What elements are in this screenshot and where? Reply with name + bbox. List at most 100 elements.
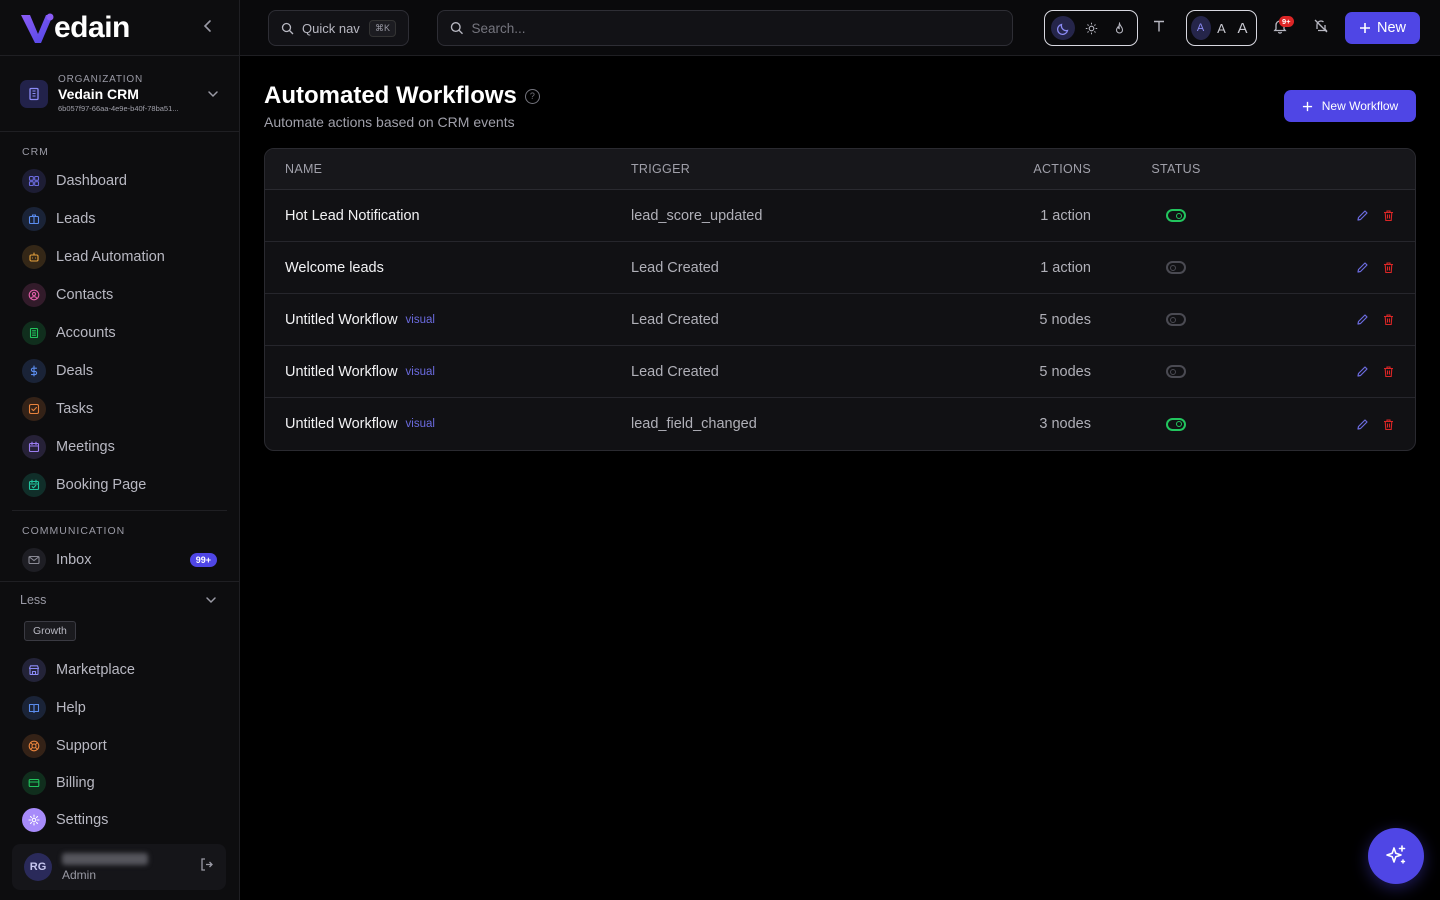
theme-warm-button[interactable]: [1107, 16, 1131, 40]
workflow-operations: [1261, 261, 1415, 274]
workflow-name-cell: Untitled Workflow visual: [265, 416, 631, 432]
brand-logo[interactable]: edain: [20, 11, 130, 45]
sidebar-item-label: Deals: [56, 363, 94, 379]
edit-workflow-button[interactable]: [1356, 365, 1369, 378]
font-size-small-button[interactable]: A: [1190, 16, 1211, 40]
delete-workflow-button[interactable]: [1382, 418, 1395, 431]
collapse-sidebar-button[interactable]: [201, 17, 215, 38]
sidebar-item-help[interactable]: Help: [0, 689, 239, 727]
user-card[interactable]: RG Admin: [12, 844, 226, 890]
quick-nav-label: Quick nav: [302, 20, 360, 36]
font-size-large-button[interactable]: A: [1233, 16, 1253, 40]
sidebar-item-inbox[interactable]: Inbox 99+: [0, 541, 239, 579]
crm-section-label: CRM: [22, 146, 49, 158]
typography-button[interactable]: [1152, 18, 1166, 37]
column-header-trigger: TRIGGER: [631, 162, 691, 176]
calendar-icon: [22, 435, 46, 459]
sidebar-item-contacts[interactable]: Contacts: [0, 276, 239, 314]
checkbox-icon: [22, 397, 46, 421]
workflow-status-cell: [1091, 417, 1261, 431]
store-icon: [22, 658, 46, 682]
bottom-nav: Marketplace Help Support Billing Setting…: [0, 651, 239, 839]
status-toggle[interactable]: [1166, 365, 1186, 378]
table-row[interactable]: Hot Lead Notification lead_score_updated…: [265, 190, 1415, 242]
quick-nav-shortcut: ⌘K: [368, 19, 396, 37]
edit-workflow-button[interactable]: [1356, 209, 1369, 222]
trash-icon: [1384, 314, 1393, 326]
delete-workflow-button[interactable]: [1382, 261, 1395, 274]
quick-nav-button[interactable]: Quick nav ⌘K: [268, 10, 409, 46]
column-header-name: NAME: [285, 162, 323, 176]
less-toggle[interactable]: Less: [0, 581, 239, 617]
table-header: NAME TRIGGER ACTIONS STATUS: [265, 149, 1415, 190]
edit-workflow-button[interactable]: [1356, 261, 1369, 274]
sidebar-item-booking-page[interactable]: Booking Page: [0, 466, 239, 504]
status-toggle[interactable]: [1166, 417, 1186, 431]
status-toggle[interactable]: [1166, 209, 1186, 222]
sidebar-item-label: Marketplace: [56, 662, 135, 678]
sidebar-item-label: Meetings: [56, 439, 115, 455]
sidebar-item-dashboard[interactable]: Dashboard: [0, 162, 239, 200]
trash-icon: [1384, 262, 1393, 274]
chevron-left-icon: [203, 20, 211, 32]
theme-dark-button[interactable]: [1051, 16, 1075, 40]
table-body: Hot Lead Notification lead_score_updated…: [265, 190, 1415, 450]
delete-workflow-button[interactable]: [1382, 209, 1395, 222]
new-workflow-label: New Workflow: [1321, 99, 1399, 113]
sidebar-item-leads[interactable]: Leads: [0, 200, 239, 238]
sidebar-item-marketplace[interactable]: Marketplace: [0, 651, 239, 689]
ai-assistant-button[interactable]: [1368, 828, 1424, 884]
logout-icon: [201, 858, 213, 871]
font-size-medium-button[interactable]: A: [1212, 16, 1232, 40]
table-row[interactable]: Untitled Workflow visual Lead Created 5 n…: [265, 294, 1415, 346]
delete-workflow-button[interactable]: [1382, 365, 1395, 378]
plan-tag: Growth: [24, 621, 76, 641]
mute-notifications-button[interactable]: [1313, 18, 1329, 39]
search-bar[interactable]: [437, 10, 1013, 46]
edit-workflow-button[interactable]: [1356, 313, 1369, 326]
sidebar-item-tasks[interactable]: Tasks: [0, 390, 239, 428]
status-toggle[interactable]: [1166, 313, 1186, 326]
theme-switcher: [1044, 10, 1138, 46]
sidebar-item-support[interactable]: Support: [0, 727, 239, 765]
logout-button[interactable]: [199, 857, 214, 877]
status-toggle[interactable]: [1166, 261, 1186, 274]
chevron-down-icon: [206, 596, 216, 603]
column-header-status: STATUS: [1151, 162, 1201, 176]
edit-workflow-button[interactable]: [1356, 418, 1369, 431]
table-row[interactable]: Welcome leads Lead Created 1 action: [265, 242, 1415, 294]
new-button[interactable]: New: [1345, 12, 1420, 44]
sidebar-divider: [12, 510, 227, 511]
workflows-table: NAME TRIGGER ACTIONS STATUS Hot Lead Not…: [264, 148, 1416, 451]
help-icon[interactable]: ?: [524, 88, 540, 104]
organization-switcher[interactable]: ORGANIZATION Vedain CRM 6b057f97-66aa-4e…: [0, 56, 239, 132]
table-row[interactable]: Untitled Workflow visual Lead Created 5 n…: [265, 346, 1415, 398]
organization-id: 6b057f97-66aa-4e9e-b40f-78ba51...: [58, 104, 179, 113]
calendar-check-icon: [22, 473, 46, 497]
table-row[interactable]: Untitled Workflow visual lead_field_chang…: [265, 398, 1415, 450]
sidebar-item-accounts[interactable]: Accounts: [0, 314, 239, 352]
visual-tag: visual: [405, 418, 435, 430]
search-input[interactable]: [471, 20, 1000, 36]
page-header: Automated Workflows ? Automate actions b…: [264, 56, 1416, 148]
pencil-icon: [1357, 210, 1368, 221]
sidebar-item-meetings[interactable]: Meetings: [0, 428, 239, 466]
sidebar-item-label: Dashboard: [56, 173, 127, 189]
workflow-name: Untitled Workflow: [285, 311, 398, 328]
theme-light-button[interactable]: [1079, 16, 1103, 40]
sidebar-item-billing[interactable]: Billing: [0, 765, 239, 801]
robot-icon: [22, 245, 46, 269]
workflow-trigger: lead_field_changed: [631, 416, 757, 432]
credit-card-icon: [22, 771, 46, 795]
sidebar-item-settings[interactable]: Settings: [0, 801, 239, 839]
sidebar-item-lead-automation[interactable]: Lead Automation: [0, 238, 239, 276]
delete-workflow-button[interactable]: [1382, 313, 1395, 326]
sidebar-item-deals[interactable]: Deals: [0, 352, 239, 390]
communication-section-label: COMMUNICATION: [22, 525, 126, 537]
user-name-redacted: [62, 852, 148, 865]
toggle-knob: [1176, 212, 1182, 219]
new-workflow-button[interactable]: New Workflow: [1284, 90, 1416, 122]
topbar: Quick nav ⌘K A A A 9+ New: [240, 0, 1440, 56]
sidebar-item-label: Leads: [56, 211, 96, 227]
toggle-knob: [1176, 421, 1182, 427]
